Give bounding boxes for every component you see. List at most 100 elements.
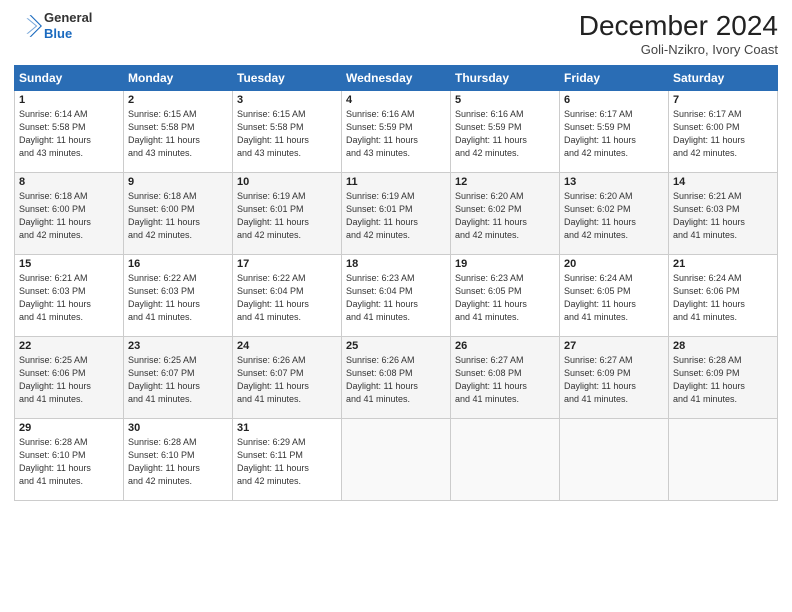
day-cell-24: 24 Sunrise: 6:26 AM Sunset: 6:07 PM Dayli… bbox=[233, 337, 342, 419]
day-number: 21 bbox=[673, 258, 773, 270]
day-number: 6 bbox=[564, 94, 664, 106]
day-number: 30 bbox=[128, 422, 228, 434]
day-info: Sunrise: 6:24 AM Sunset: 6:05 PM Dayligh… bbox=[564, 272, 664, 324]
day-cell-5: 5Sunrise: 6:16 AM Sunset: 5:59 PM Daylig… bbox=[451, 91, 560, 173]
day-number: 26 bbox=[455, 340, 555, 352]
logo-general: General bbox=[44, 10, 92, 26]
day-info: Sunrise: 6:26 AM Sunset: 6:07 PM Dayligh… bbox=[237, 354, 337, 406]
day-number: 20 bbox=[564, 258, 664, 270]
day-info: Sunrise: 6:26 AM Sunset: 6:08 PM Dayligh… bbox=[346, 354, 446, 406]
week-row-3: 15 Sunrise: 6:21 AM Sunset: 6:03 PM Dayli… bbox=[15, 255, 778, 337]
header: General Blue December 2024 Goli-Nzikro, … bbox=[14, 10, 778, 57]
day-number: 16 bbox=[128, 258, 228, 270]
day-info: Sunrise: 6:15 AM Sunset: 5:58 PM Dayligh… bbox=[237, 108, 337, 160]
header-sunday: Sunday bbox=[15, 66, 124, 91]
day-number: 8 bbox=[19, 176, 119, 188]
day-number: 24 bbox=[237, 340, 337, 352]
week-row-1: 1Sunrise: 6:14 AM Sunset: 5:58 PM Daylig… bbox=[15, 91, 778, 173]
day-number: 29 bbox=[19, 422, 119, 434]
day-info: Sunrise: 6:24 AM Sunset: 6:06 PM Dayligh… bbox=[673, 272, 773, 324]
location: Goli-Nzikro, Ivory Coast bbox=[579, 42, 778, 57]
day-number: 17 bbox=[237, 258, 337, 270]
day-number: 22 bbox=[19, 340, 119, 352]
day-number: 2 bbox=[128, 94, 228, 106]
day-info: Sunrise: 6:25 AM Sunset: 6:07 PM Dayligh… bbox=[128, 354, 228, 406]
day-info: Sunrise: 6:18 AM Sunset: 6:00 PM Dayligh… bbox=[128, 190, 228, 242]
header-thursday: Thursday bbox=[451, 66, 560, 91]
day-number: 10 bbox=[237, 176, 337, 188]
day-number: 4 bbox=[346, 94, 446, 106]
header-saturday: Saturday bbox=[669, 66, 778, 91]
day-info: Sunrise: 6:19 AM Sunset: 6:01 PM Dayligh… bbox=[346, 190, 446, 242]
day-cell-29: 29Sunrise: 6:28 AM Sunset: 6:10 PM Dayli… bbox=[15, 419, 124, 501]
day-info: Sunrise: 6:27 AM Sunset: 6:09 PM Dayligh… bbox=[564, 354, 664, 406]
calendar-header-row: SundayMondayTuesdayWednesdayThursdayFrid… bbox=[15, 66, 778, 91]
day-cell-12: 12 Sunrise: 6:20 AM Sunset: 6:02 PM Dayli… bbox=[451, 173, 560, 255]
day-cell-13: 13 Sunrise: 6:20 AM Sunset: 6:02 PM Dayli… bbox=[560, 173, 669, 255]
day-info: Sunrise: 6:15 AM Sunset: 5:58 PM Dayligh… bbox=[128, 108, 228, 160]
day-cell-21: 21 Sunrise: 6:24 AM Sunset: 6:06 PM Dayli… bbox=[669, 255, 778, 337]
day-info: Sunrise: 6:28 AM Sunset: 6:09 PM Dayligh… bbox=[673, 354, 773, 406]
day-cell-2: 2 Sunrise: 6:15 AM Sunset: 5:58 PM Daylig… bbox=[124, 91, 233, 173]
day-info: Sunrise: 6:22 AM Sunset: 6:04 PM Dayligh… bbox=[237, 272, 337, 324]
empty-cell bbox=[560, 419, 669, 501]
day-number: 9 bbox=[128, 176, 228, 188]
day-cell-15: 15 Sunrise: 6:21 AM Sunset: 6:03 PM Dayli… bbox=[15, 255, 124, 337]
week-row-2: 8 Sunrise: 6:18 AM Sunset: 6:00 PM Daylig… bbox=[15, 173, 778, 255]
day-cell-14: 14Sunrise: 6:21 AM Sunset: 6:03 PM Dayli… bbox=[669, 173, 778, 255]
day-cell-30: 30 Sunrise: 6:28 AM Sunset: 6:10 PM Dayli… bbox=[124, 419, 233, 501]
header-wednesday: Wednesday bbox=[342, 66, 451, 91]
day-info: Sunrise: 6:20 AM Sunset: 6:02 PM Dayligh… bbox=[455, 190, 555, 242]
day-info: Sunrise: 6:20 AM Sunset: 6:02 PM Dayligh… bbox=[564, 190, 664, 242]
header-monday: Monday bbox=[124, 66, 233, 91]
day-info: Sunrise: 6:18 AM Sunset: 6:00 PM Dayligh… bbox=[19, 190, 119, 242]
day-number: 13 bbox=[564, 176, 664, 188]
day-info: Sunrise: 6:28 AM Sunset: 6:10 PM Dayligh… bbox=[128, 436, 228, 488]
day-cell-6: 6 Sunrise: 6:17 AM Sunset: 5:59 PM Daylig… bbox=[560, 91, 669, 173]
day-number: 12 bbox=[455, 176, 555, 188]
title-block: December 2024 Goli-Nzikro, Ivory Coast bbox=[579, 10, 778, 57]
day-cell-18: 18Sunrise: 6:23 AM Sunset: 6:04 PM Dayli… bbox=[342, 255, 451, 337]
day-cell-31: 31 Sunrise: 6:29 AM Sunset: 6:11 PM Dayli… bbox=[233, 419, 342, 501]
day-cell-28: 28Sunrise: 6:28 AM Sunset: 6:09 PM Dayli… bbox=[669, 337, 778, 419]
day-info: Sunrise: 6:17 AM Sunset: 6:00 PM Dayligh… bbox=[673, 108, 773, 160]
day-cell-8: 8 Sunrise: 6:18 AM Sunset: 6:00 PM Daylig… bbox=[15, 173, 124, 255]
day-cell-1: 1Sunrise: 6:14 AM Sunset: 5:58 PM Daylig… bbox=[15, 91, 124, 173]
day-cell-22: 22Sunrise: 6:25 AM Sunset: 6:06 PM Dayli… bbox=[15, 337, 124, 419]
day-info: Sunrise: 6:27 AM Sunset: 6:08 PM Dayligh… bbox=[455, 354, 555, 406]
day-info: Sunrise: 6:21 AM Sunset: 6:03 PM Dayligh… bbox=[19, 272, 119, 324]
day-number: 23 bbox=[128, 340, 228, 352]
day-cell-7: 7Sunrise: 6:17 AM Sunset: 6:00 PM Daylig… bbox=[669, 91, 778, 173]
empty-cell bbox=[342, 419, 451, 501]
day-number: 25 bbox=[346, 340, 446, 352]
header-tuesday: Tuesday bbox=[233, 66, 342, 91]
day-cell-17: 17 Sunrise: 6:22 AM Sunset: 6:04 PM Dayli… bbox=[233, 255, 342, 337]
day-info: Sunrise: 6:16 AM Sunset: 5:59 PM Dayligh… bbox=[346, 108, 446, 160]
day-number: 15 bbox=[19, 258, 119, 270]
header-friday: Friday bbox=[560, 66, 669, 91]
day-number: 5 bbox=[455, 94, 555, 106]
day-cell-19: 19 Sunrise: 6:23 AM Sunset: 6:05 PM Dayli… bbox=[451, 255, 560, 337]
logo-blue: Blue bbox=[44, 26, 92, 42]
day-cell-4: 4 Sunrise: 6:16 AM Sunset: 5:59 PM Daylig… bbox=[342, 91, 451, 173]
day-cell-27: 27 Sunrise: 6:27 AM Sunset: 6:09 PM Dayli… bbox=[560, 337, 669, 419]
day-cell-9: 9 Sunrise: 6:18 AM Sunset: 6:00 PM Daylig… bbox=[124, 173, 233, 255]
day-number: 3 bbox=[237, 94, 337, 106]
day-cell-26: 26 Sunrise: 6:27 AM Sunset: 6:08 PM Dayli… bbox=[451, 337, 560, 419]
logo: General Blue bbox=[14, 10, 92, 41]
day-number: 31 bbox=[237, 422, 337, 434]
logo-text: General Blue bbox=[44, 10, 92, 41]
day-info: Sunrise: 6:29 AM Sunset: 6:11 PM Dayligh… bbox=[237, 436, 337, 488]
day-info: Sunrise: 6:23 AM Sunset: 6:05 PM Dayligh… bbox=[455, 272, 555, 324]
day-number: 1 bbox=[19, 94, 119, 106]
day-number: 19 bbox=[455, 258, 555, 270]
day-cell-10: 10Sunrise: 6:19 AM Sunset: 6:01 PM Dayli… bbox=[233, 173, 342, 255]
day-number: 27 bbox=[564, 340, 664, 352]
day-info: Sunrise: 6:17 AM Sunset: 5:59 PM Dayligh… bbox=[564, 108, 664, 160]
day-cell-11: 11Sunrise: 6:19 AM Sunset: 6:01 PM Dayli… bbox=[342, 173, 451, 255]
day-cell-3: 3 Sunrise: 6:15 AM Sunset: 5:58 PM Daylig… bbox=[233, 91, 342, 173]
day-cell-16: 16Sunrise: 6:22 AM Sunset: 6:03 PM Dayli… bbox=[124, 255, 233, 337]
day-cell-20: 20 Sunrise: 6:24 AM Sunset: 6:05 PM Dayli… bbox=[560, 255, 669, 337]
day-cell-23: 23 Sunrise: 6:25 AM Sunset: 6:07 PM Dayli… bbox=[124, 337, 233, 419]
calendar-table: SundayMondayTuesdayWednesdayThursdayFrid… bbox=[14, 65, 778, 501]
